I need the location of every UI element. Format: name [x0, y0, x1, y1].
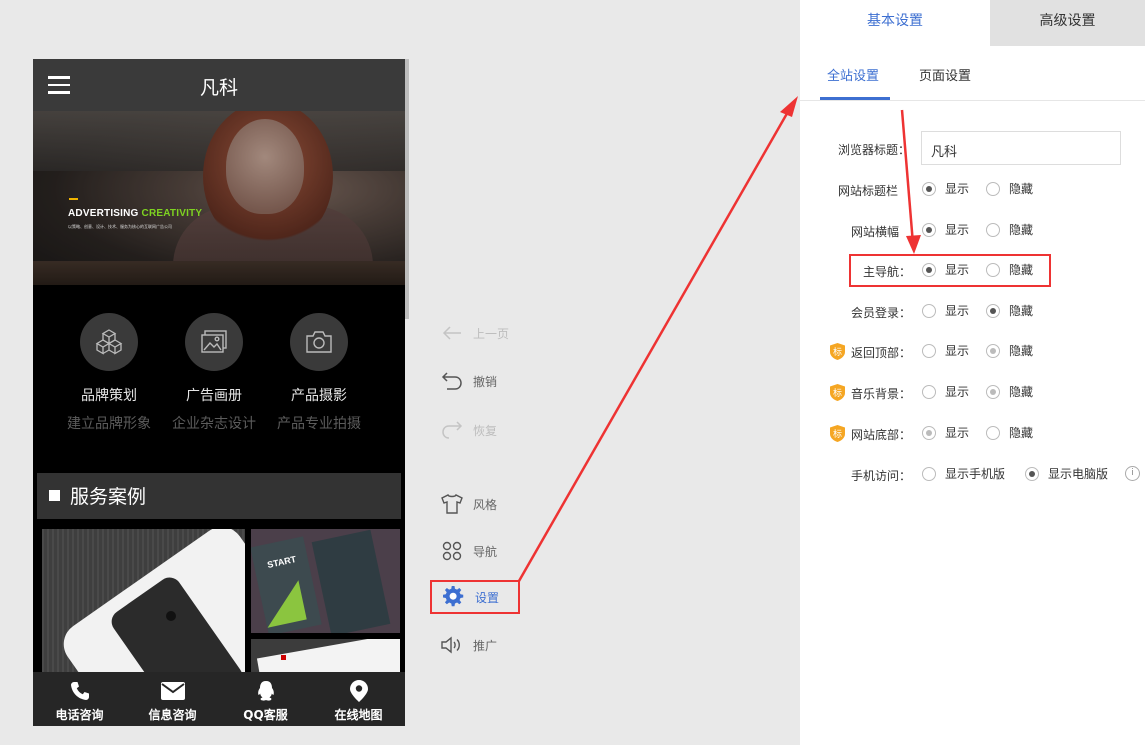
arrow-to-panel — [517, 102, 795, 582]
arrow-head-icon — [780, 96, 798, 117]
arrow-head-icon — [906, 235, 921, 254]
annotation-arrows — [517, 96, 921, 582]
arrow-to-main-nav — [900, 109, 915, 245]
